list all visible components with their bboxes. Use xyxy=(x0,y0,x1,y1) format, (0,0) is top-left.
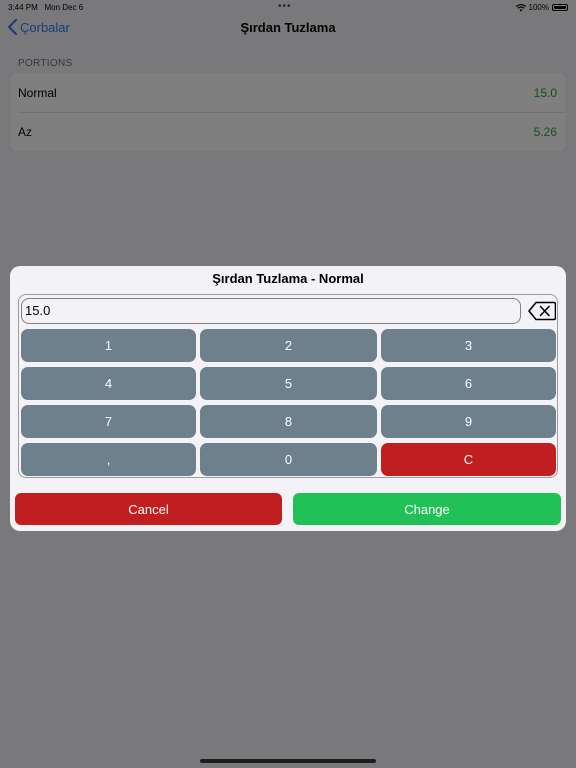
number-pad-panel: 15.0 1 2 3 4 5 6 7 8 9 , 0 C xyxy=(18,294,558,478)
home-indicator[interactable] xyxy=(200,759,376,763)
key-2[interactable]: 2 xyxy=(200,329,377,362)
edit-portion-dialog: Şırdan Tuzlama - Normal 15.0 1 2 3 4 5 6… xyxy=(10,266,566,531)
backspace-icon[interactable] xyxy=(528,301,556,321)
key-3[interactable]: 3 xyxy=(381,329,556,362)
key-6[interactable]: 6 xyxy=(381,367,556,400)
change-button[interactable]: Change xyxy=(293,493,561,525)
key-4[interactable]: 4 xyxy=(21,367,196,400)
key-decimal-comma[interactable]: , xyxy=(21,443,196,476)
key-9[interactable]: 9 xyxy=(381,405,556,438)
key-0[interactable]: 0 xyxy=(200,443,377,476)
key-clear[interactable]: C xyxy=(381,443,556,476)
key-5[interactable]: 5 xyxy=(200,367,377,400)
dialog-title: Şırdan Tuzlama - Normal xyxy=(212,271,364,286)
value-input[interactable]: 15.0 xyxy=(21,298,521,324)
key-1[interactable]: 1 xyxy=(21,329,196,362)
key-7[interactable]: 7 xyxy=(21,405,196,438)
key-8[interactable]: 8 xyxy=(200,405,377,438)
cancel-button[interactable]: Cancel xyxy=(15,493,282,525)
